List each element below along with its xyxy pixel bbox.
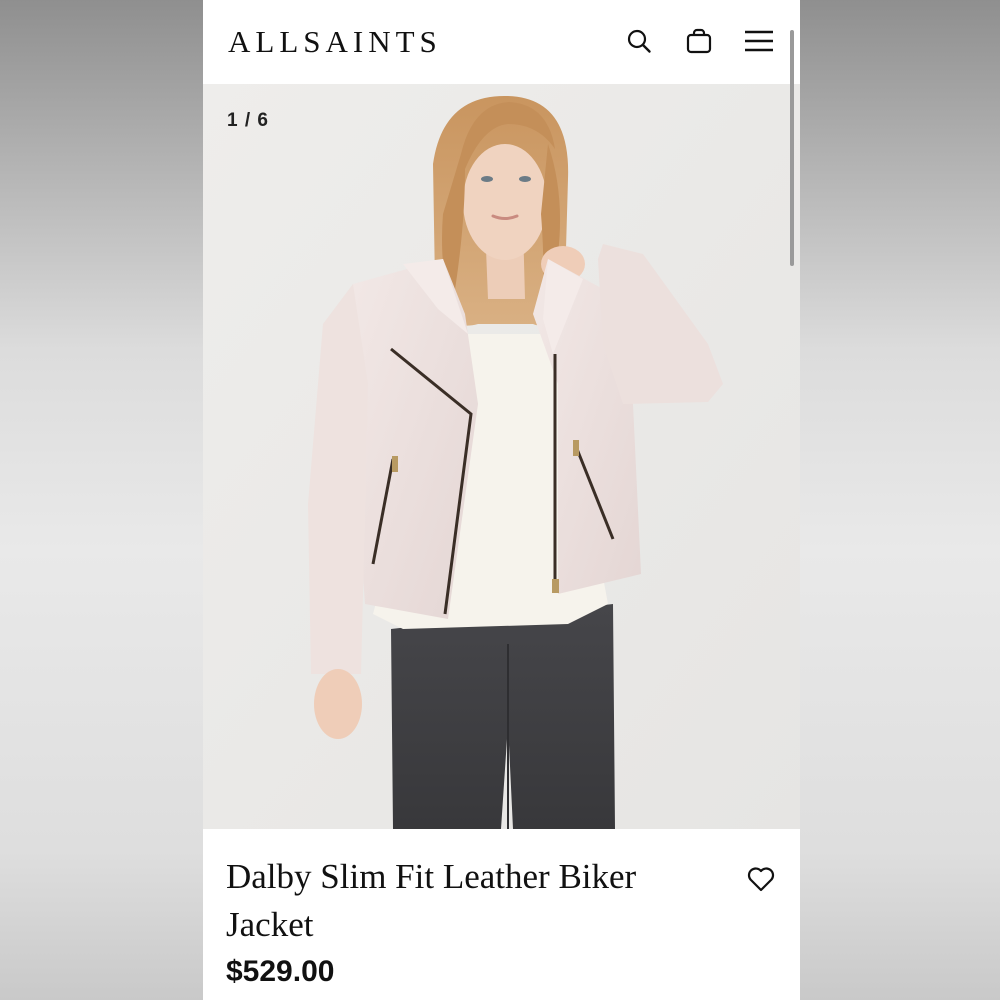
heart-icon[interactable] — [745, 863, 777, 895]
site-header: ALLSAINTS — [203, 0, 800, 84]
product-info: Dalby Slim Fit Leather Biker Jacket $529… — [203, 829, 800, 1000]
brand-logo[interactable]: ALLSAINTS — [228, 22, 442, 62]
search-icon[interactable] — [624, 26, 654, 56]
hamburger-menu-icon[interactable] — [744, 26, 774, 56]
shopping-bag-icon[interactable] — [684, 26, 714, 56]
scrollbar[interactable] — [790, 30, 794, 266]
product-image-gallery[interactable]: 1 / 6 — [203, 84, 800, 829]
product-title: Dalby Slim Fit Leather Biker Jacket — [226, 857, 637, 944]
phone-screen: ALLSAINTS 1 / 6 Dalby Slim Fit Leather B… — [203, 0, 800, 1000]
product-photo — [203, 84, 800, 829]
image-counter: 1 / 6 — [227, 110, 269, 131]
product-price: $529.00 — [226, 955, 335, 988]
